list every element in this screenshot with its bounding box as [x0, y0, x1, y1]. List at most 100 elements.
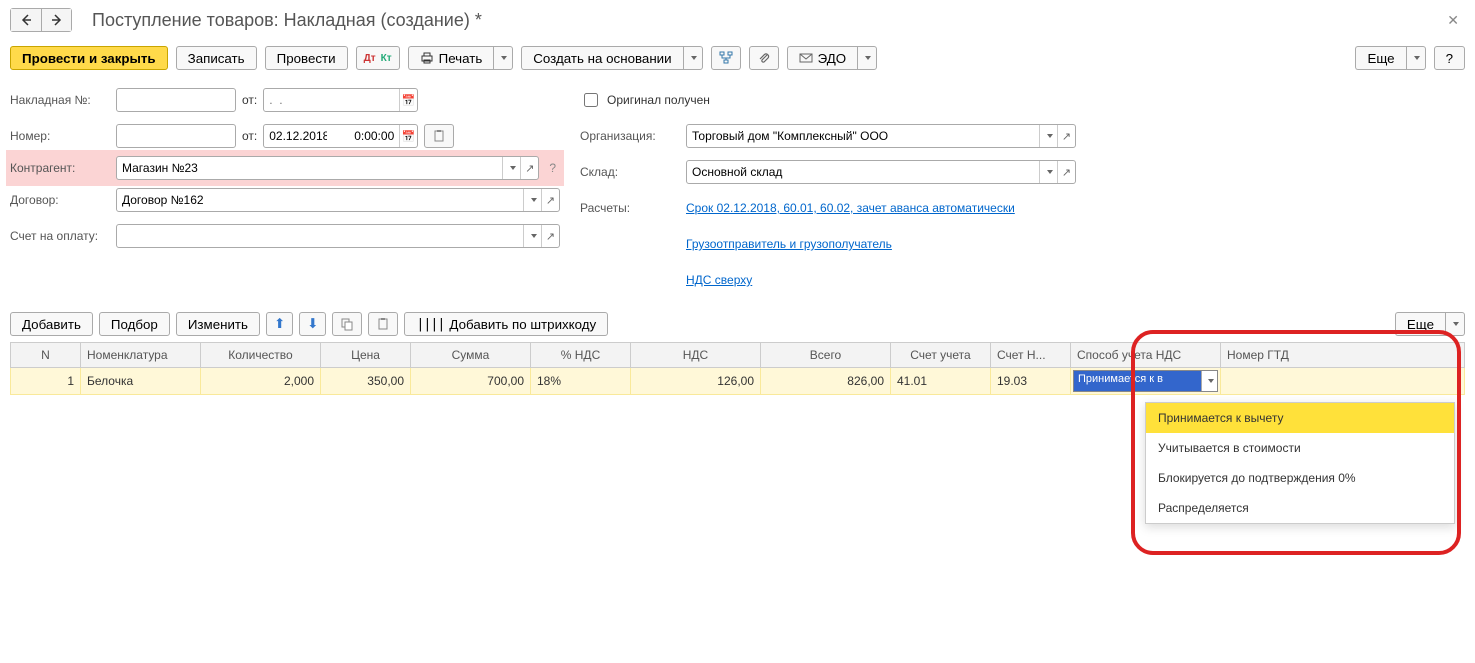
organization-input[interactable]: [687, 125, 1039, 147]
mail-icon: [799, 51, 813, 65]
post-button[interactable]: Провести: [265, 46, 348, 70]
paperclip-icon: [757, 51, 771, 65]
col-vat-mode[interactable]: Способ учета НДС: [1071, 343, 1221, 368]
move-down-button[interactable]: ⬇: [299, 312, 326, 336]
cell-sum[interactable]: 700,00: [411, 368, 531, 395]
change-button[interactable]: Изменить: [176, 312, 260, 336]
edo-button[interactable]: ЭДО: [787, 46, 858, 70]
write-button[interactable]: Записать: [176, 46, 257, 70]
from-label-1: от:: [242, 93, 257, 107]
cell-total[interactable]: 826,00: [761, 368, 891, 395]
col-qty[interactable]: Количество: [201, 343, 321, 368]
counterparty-label: Контрагент:: [10, 161, 110, 175]
print-button[interactable]: Печать: [408, 46, 494, 70]
section-more-dropdown[interactable]: [1445, 312, 1465, 336]
payment-account-input[interactable]: [117, 225, 523, 247]
col-n[interactable]: N: [11, 343, 81, 368]
cell-vat[interactable]: 126,00: [631, 368, 761, 395]
warehouse-label: Склад:: [580, 165, 680, 179]
counterparty-input[interactable]: [117, 157, 502, 179]
pick-button[interactable]: Подбор: [99, 312, 170, 336]
invoice-date-input[interactable]: [264, 89, 399, 111]
add-by-barcode-button[interactable]: |||| Добавить по штрихкоду: [404, 312, 608, 336]
add-row-button[interactable]: Добавить: [10, 312, 93, 336]
create-based-dropdown[interactable]: [683, 46, 703, 70]
print-dropdown[interactable]: [493, 46, 513, 70]
forward-button[interactable]: [41, 9, 71, 31]
items-table: N Номенклатура Количество Цена Сумма % Н…: [10, 342, 1465, 395]
organization-select-icon[interactable]: [1039, 125, 1057, 147]
col-price[interactable]: Цена: [321, 343, 411, 368]
cell-nomenclature[interactable]: Белочка: [81, 368, 201, 395]
col-total[interactable]: Всего: [761, 343, 891, 368]
col-vat-pct[interactable]: % НДС: [531, 343, 631, 368]
attach-button[interactable]: [749, 46, 779, 70]
cell-vat-mode[interactable]: Принимается к в: [1071, 368, 1221, 395]
number-input[interactable]: [117, 125, 235, 147]
move-up-button[interactable]: ⬆: [266, 312, 293, 336]
cell-n[interactable]: 1: [11, 368, 81, 395]
clipboard-icon: [432, 129, 446, 143]
warehouse-select-icon[interactable]: [1039, 161, 1057, 183]
vat-mode-dropdown-icon[interactable]: [1201, 371, 1217, 391]
payment-open-icon[interactable]: ↗: [541, 225, 559, 247]
dropdown-option[interactable]: Принимается к вычету: [1146, 403, 1454, 433]
calendar-icon-2[interactable]: 📅: [399, 125, 417, 147]
col-gtd[interactable]: Номер ГТД: [1221, 343, 1465, 368]
page-title: Поступление товаров: Накладная (создание…: [92, 10, 1441, 31]
warehouse-open-icon[interactable]: ↗: [1057, 161, 1075, 183]
tree-icon: [719, 51, 733, 65]
create-based-button[interactable]: Создать на основании: [521, 46, 682, 70]
cell-price[interactable]: 350,00: [321, 368, 411, 395]
vat-link[interactable]: НДС сверху: [686, 273, 752, 287]
counterparty-open-icon[interactable]: ↗: [520, 157, 538, 179]
dtct-button[interactable]: ДтКт: [356, 46, 400, 70]
edo-dropdown[interactable]: [857, 46, 877, 70]
cell-account-vat[interactable]: 19.03: [991, 368, 1071, 395]
invoice-no-input[interactable]: [117, 89, 235, 111]
col-sum[interactable]: Сумма: [411, 343, 531, 368]
original-received-checkbox[interactable]: [584, 93, 598, 107]
cell-gtd[interactable]: [1221, 368, 1465, 395]
col-account-vat[interactable]: Счет Н...: [991, 343, 1071, 368]
settlements-link[interactable]: Срок 02.12.2018, 60.01, 60.02, зачет ава…: [686, 201, 1015, 215]
paste-button[interactable]: [368, 312, 398, 336]
contract-select-icon[interactable]: [523, 189, 541, 211]
col-account[interactable]: Счет учета: [891, 343, 991, 368]
warehouse-input[interactable]: [687, 161, 1039, 183]
doc-date-input[interactable]: [264, 125, 332, 147]
dropdown-option[interactable]: Блокируется до подтверждения 0%: [1146, 463, 1454, 493]
help-button[interactable]: ?: [1434, 46, 1465, 70]
back-button[interactable]: [11, 9, 41, 31]
more-dropdown[interactable]: [1406, 46, 1426, 70]
shipper-link[interactable]: Грузоотправитель и грузополучатель: [686, 237, 892, 251]
doc-time-input[interactable]: [332, 125, 400, 147]
counterparty-select-icon[interactable]: [502, 157, 520, 179]
from-label-2: от:: [242, 129, 257, 143]
calendar-icon[interactable]: 📅: [399, 89, 417, 111]
cell-qty[interactable]: 2,000: [201, 368, 321, 395]
close-icon[interactable]: ✕: [1441, 12, 1465, 29]
post-and-close-button[interactable]: Провести и закрыть: [10, 46, 168, 70]
col-vat[interactable]: НДС: [631, 343, 761, 368]
dropdown-option[interactable]: Распределяется: [1146, 493, 1454, 523]
clipboard-button[interactable]: [424, 124, 454, 148]
related-docs-button[interactable]: [711, 46, 741, 70]
vat-mode-value: Принимается к в: [1074, 371, 1201, 391]
settlements-label: Расчеты:: [580, 201, 680, 215]
original-received-label: Оригинал получен: [607, 93, 710, 107]
contract-input[interactable]: [117, 189, 523, 211]
invoice-no-label: Накладная №:: [10, 93, 110, 107]
dropdown-option[interactable]: Учитывается в стоимости: [1146, 433, 1454, 463]
cell-vat-pct[interactable]: 18%: [531, 368, 631, 395]
table-row[interactable]: 1 Белочка 2,000 350,00 700,00 18% 126,00…: [11, 368, 1465, 395]
counterparty-help[interactable]: ?: [545, 161, 560, 175]
copy-button[interactable]: [332, 312, 362, 336]
section-more-button[interactable]: Еще: [1395, 312, 1445, 336]
payment-select-icon[interactable]: [523, 225, 541, 247]
organization-open-icon[interactable]: ↗: [1057, 125, 1075, 147]
contract-open-icon[interactable]: ↗: [541, 189, 559, 211]
col-nomenclature[interactable]: Номенклатура: [81, 343, 201, 368]
more-button[interactable]: Еще: [1355, 46, 1405, 70]
cell-account[interactable]: 41.01: [891, 368, 991, 395]
